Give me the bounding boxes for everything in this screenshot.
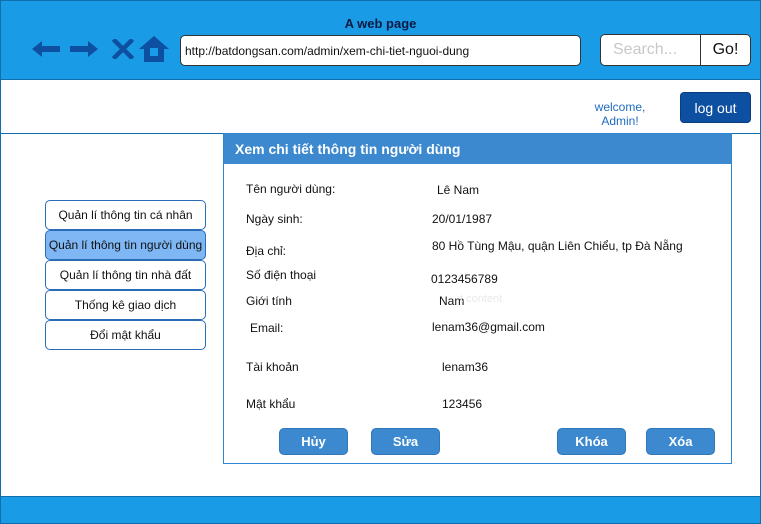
field-label-username: Tên người dùng: xyxy=(246,182,336,196)
field-label-phone: Số điện thoại xyxy=(246,268,317,282)
field-label-birthdate: Ngày sinh: xyxy=(246,212,303,226)
field-value-account: lenam36 xyxy=(442,360,489,374)
welcome-text: welcome, Admin! xyxy=(588,100,652,128)
forward-arrow-icon[interactable] xyxy=(68,34,100,64)
user-detail-panel: Xem chi tiết thông tin người dùng Tên ng… xyxy=(223,133,732,464)
field-value-phone: 0123456789 xyxy=(431,272,498,286)
edit-button[interactable]: Sửa xyxy=(371,428,440,455)
field-value-address: 80 Hồ Tùng Mậu, quận Liên Chiểu, tp Đà N… xyxy=(432,239,683,253)
logout-button[interactable]: log out xyxy=(680,92,751,123)
cancel-button[interactable]: Hủy xyxy=(279,428,348,455)
search-input[interactable]: Search... xyxy=(600,34,701,66)
welcome-line-2: Admin! xyxy=(601,114,639,128)
url-input[interactable]: http://batdongsan.com/admin/xem-chi-tiet… xyxy=(180,35,581,66)
panel-title: Xem chi tiết thông tin người dùng xyxy=(224,134,731,164)
field-label-email: Email: xyxy=(250,321,284,335)
sidebar-item-property-info[interactable]: Quản lí thông tin nhà đất xyxy=(45,260,206,290)
home-icon[interactable] xyxy=(138,34,170,64)
delete-button[interactable]: Xóa xyxy=(646,428,715,455)
close-icon[interactable] xyxy=(111,34,135,64)
placeholder-ghost-text: t content xyxy=(460,293,503,305)
field-value-password: 123456 xyxy=(442,397,483,411)
sidebar-item-transaction-stats[interactable]: Thống kê giao dịch xyxy=(45,290,206,320)
lock-button[interactable]: Khóa xyxy=(557,428,626,455)
field-value-username: Lê Nam xyxy=(437,183,480,197)
sidebar-item-personal-info[interactable]: Quản lí thông tin cá nhân xyxy=(45,200,206,230)
back-arrow-icon[interactable] xyxy=(30,34,62,64)
footer-bar xyxy=(0,496,761,524)
field-value-birthdate: 20/01/1987 xyxy=(432,212,493,226)
field-label-password: Mật khẩu xyxy=(246,397,296,411)
field-value-email: lenam36@gmail.com xyxy=(432,320,545,334)
page-title: A web page xyxy=(344,16,417,31)
welcome-line-1: welcome, xyxy=(594,100,646,114)
sidebar-item-user-info[interactable]: Quản lí thông tin người dùng xyxy=(45,230,206,260)
field-label-gender: Giới tính xyxy=(246,294,292,308)
sidebar-item-change-password[interactable]: Đổi mật khẩu xyxy=(45,320,206,350)
field-label-address: Địa chỉ: xyxy=(246,244,287,258)
go-button[interactable]: Go! xyxy=(700,34,751,66)
field-label-account: Tài khoản xyxy=(246,360,299,374)
